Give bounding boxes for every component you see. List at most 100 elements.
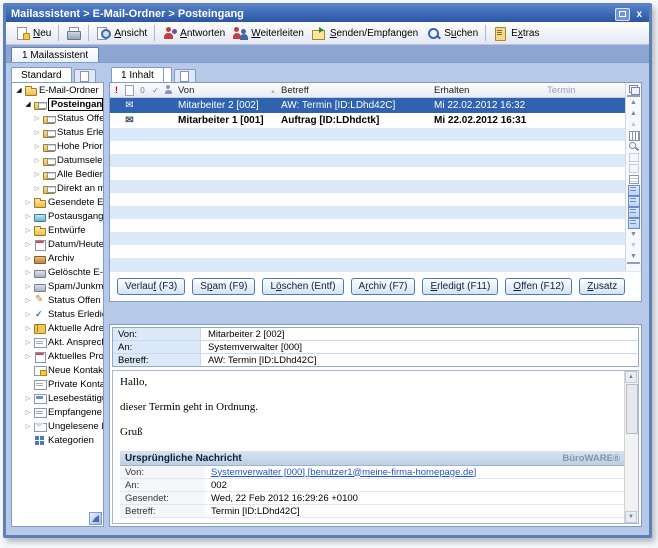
tree-item-hohe-priorität[interactable]: Hohe Priorität: [12, 139, 103, 153]
tree-item-status-erledigt[interactable]: Status Erledigt: [12, 125, 103, 139]
action-button-spam-f9[interactable]: Spam (F9): [192, 278, 255, 295]
expander-icon[interactable]: [33, 125, 41, 140]
tree-item-spam-junkmails[interactable]: Spam/Junkmails: [12, 279, 103, 293]
toolbar-extras[interactable]: Extras: [489, 25, 543, 42]
tree-item-status-erledigt[interactable]: Status Erledigt: [12, 307, 103, 321]
view-list-4-icon[interactable]: [627, 218, 640, 229]
tree-item-status-offen[interactable]: Status Offen: [12, 111, 103, 125]
cascade-windows-icon[interactable]: [627, 84, 640, 95]
expander-icon[interactable]: [24, 237, 32, 252]
action-button-verlauf-f3[interactable]: Verlauf (F3): [117, 278, 185, 295]
priority-column-icon[interactable]: !: [110, 83, 123, 97]
tree-item-e-mail-ordner[interactable]: E-Mail-Ordner: [12, 83, 103, 97]
tree-item-posteingang[interactable]: Posteingang: [12, 97, 103, 111]
scroll-down-icon[interactable]: [627, 229, 640, 240]
tree-item-entwürfe[interactable]: Entwürfe: [12, 223, 103, 237]
toolbar-drucken[interactable]: [62, 25, 85, 42]
scroll-thumb[interactable]: [626, 384, 638, 434]
action-button-offen-f12[interactable]: Offen (F12): [505, 278, 572, 295]
expander-icon[interactable]: [15, 83, 23, 98]
status-column-icon[interactable]: ✓: [149, 83, 162, 97]
toolbar-suchen[interactable]: Suchen: [422, 25, 482, 42]
column-header-erhalten[interactable]: Erhalten: [431, 85, 544, 96]
scroll-up-icon[interactable]: [627, 108, 640, 119]
document-column-icon[interactable]: [123, 83, 136, 97]
select-icon[interactable]: [627, 163, 640, 174]
expander-icon[interactable]: [24, 307, 32, 322]
tree-item-kategorien[interactable]: Kategorien: [12, 433, 103, 447]
scroll-up-arrow-icon[interactable]: [625, 371, 637, 383]
attachment-column-icon[interactable]: 0: [136, 83, 149, 97]
expander-icon[interactable]: [24, 349, 32, 364]
expander-icon[interactable]: [24, 97, 32, 112]
tree-item-alle-bediener[interactable]: Alle Bediener: [12, 167, 103, 181]
view-list-1-icon[interactable]: [627, 185, 640, 196]
tree-item-neue-kontakte[interactable]: Neue Kontakte: [12, 363, 103, 377]
tab-inhalt[interactable]: 1 Inhalt: [111, 67, 164, 82]
tree-item-direkt-an-mich[interactable]: Direkt an mich: [12, 181, 103, 195]
action-button-zusatz[interactable]: Zusatz: [579, 278, 625, 295]
tree-item-private-kontakte[interactable]: Private Kontakte: [12, 377, 103, 391]
expander-icon[interactable]: [24, 251, 32, 266]
expander-icon[interactable]: [24, 419, 32, 434]
expander-icon[interactable]: [24, 195, 32, 210]
expander-icon[interactable]: [33, 153, 41, 168]
tree-item-postausgang[interactable]: Postausgang: [12, 209, 103, 223]
expander-icon[interactable]: [33, 181, 41, 196]
page-down-icon[interactable]: [627, 240, 640, 251]
search-list-icon[interactable]: [627, 141, 640, 152]
expander-icon[interactable]: [24, 391, 32, 406]
tab-mailassistent[interactable]: 1 Mailassistent: [11, 47, 99, 62]
columns-icon[interactable]: [627, 130, 640, 141]
tree-item-akt-ansprechpartner[interactable]: Akt. Ansprechpartner: [12, 335, 103, 349]
tree-item-status-offen[interactable]: Status Offen: [12, 293, 103, 307]
view-list-3-icon[interactable]: [627, 207, 640, 218]
tree-item-gelöschte-e-mails[interactable]: Gelöschte E-Mails: [12, 265, 103, 279]
bediener-column-icon[interactable]: [162, 83, 175, 97]
filter-icon[interactable]: [627, 152, 640, 163]
expander-icon[interactable]: [33, 139, 41, 154]
expander-icon[interactable]: [24, 405, 32, 420]
expander-icon[interactable]: [24, 223, 32, 238]
expander-icon[interactable]: [24, 335, 32, 350]
mail-list-tab-icon[interactable]: [174, 69, 196, 82]
sidebar-tab-icon[interactable]: [74, 69, 96, 82]
column-header-betreff[interactable]: Betreff: [278, 85, 431, 96]
column-header-termin[interactable]: Termin: [544, 85, 607, 96]
expander-icon[interactable]: [24, 321, 32, 336]
column-header-von[interactable]: Von: [175, 85, 278, 96]
scroll-top-icon[interactable]: [627, 95, 640, 108]
mail-row-1[interactable]: Mitarbeiter 2 [002]AW: Termin [ID:LDhd42…: [110, 98, 625, 113]
expander-icon[interactable]: [24, 209, 32, 224]
close-button[interactable]: x: [636, 9, 644, 20]
copy-icon[interactable]: [627, 174, 640, 185]
expander-icon[interactable]: [24, 265, 32, 280]
toolbar-neu[interactable]: Neu: [11, 25, 55, 42]
scroll-down-arrow-icon[interactable]: [625, 511, 637, 523]
action-button-löschen-entf[interactable]: Löschen (Entf): [262, 278, 343, 295]
view-list-2-icon[interactable]: [627, 196, 640, 207]
sender-link[interactable]: Systemverwalter [000] [benutzer1@meine-f…: [205, 467, 476, 478]
expander-icon[interactable]: [33, 167, 41, 182]
tree-item-ungelesene-mails[interactable]: Ungelesene Mails: [12, 419, 103, 433]
expander-icon[interactable]: [24, 293, 32, 308]
action-button-archiv-f7[interactable]: Archiv (F7): [351, 278, 416, 295]
tree-item-datumselektion[interactable]: Datumselektion: [12, 153, 103, 167]
tree-item-lesebestätigungen[interactable]: Lesebestätigungen: [12, 391, 103, 405]
toolbar-ansicht[interactable]: Ansicht: [92, 25, 151, 42]
scroll-bottom-icon[interactable]: [627, 251, 640, 264]
tree-item-aktuelle-adresse[interactable]: Aktuelle Adresse: [12, 321, 103, 335]
mail-row-2[interactable]: Mitarbeiter 1 [001]Auftrag [ID:LDhdctk]M…: [110, 113, 625, 128]
expander-icon[interactable]: [24, 279, 32, 294]
page-up-icon[interactable]: [627, 119, 640, 130]
toolbar-weiterleiten[interactable]: Weiterleiten: [229, 25, 308, 42]
tree-item-aktuelles-projekt[interactable]: Aktuelles Projekt: [12, 349, 103, 363]
tree-item-archiv[interactable]: Archiv: [12, 251, 103, 265]
sidebar-tab-standard[interactable]: Standard: [11, 67, 72, 82]
toolbar-senden-empfangen[interactable]: Senden/Empfangen: [308, 25, 422, 42]
tree-item-gesendete-e-mails[interactable]: Gesendete E-Mails: [12, 195, 103, 209]
body-scrollbar[interactable]: [624, 371, 638, 523]
toolbar-antworten[interactable]: Antworten: [158, 25, 229, 42]
tree-item-empfangene-mails[interactable]: Empfangene Mails: [12, 405, 103, 419]
expander-icon[interactable]: [33, 111, 41, 126]
